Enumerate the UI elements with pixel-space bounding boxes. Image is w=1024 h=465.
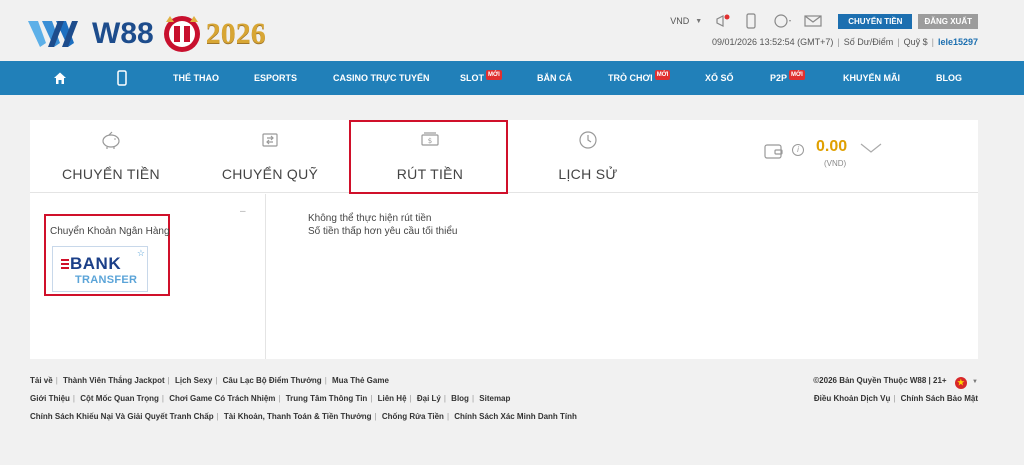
footer: Tải về | Thành Viên Thắng Jackpot | Lịch S…: [30, 376, 978, 436]
info-icon[interactable]: i: [792, 144, 804, 156]
wallet-unit: (VND): [824, 159, 847, 168]
cashier-tabs: CHUYỂN TIỀN CHUYỂN QUỸ $ RÚT TIỀN LỊCH S…: [30, 120, 978, 194]
transfer-button[interactable]: CHUYỂN TIỀN: [838, 13, 913, 29]
nav-item-p2p[interactable]: P2P MỚI: [770, 61, 805, 95]
megaphone-icon[interactable]: [714, 13, 732, 29]
brand-name: W88: [92, 17, 154, 50]
server-datetime: 09/01/2026 13:52:54 (GMT+7): [712, 37, 834, 47]
footer-link[interactable]: Cột Mốc Quan Trọng: [80, 394, 159, 403]
nav-item-blog[interactable]: BLOG: [936, 61, 962, 95]
footer-link[interactable]: Sitemap: [479, 394, 510, 403]
message-line: Không thể thực hiện rút tiền: [308, 213, 432, 224]
terms-link[interactable]: Điều Khoản Dịch Vụ: [814, 394, 890, 403]
new-badge: MỚI: [789, 70, 805, 80]
nav-item-lottery[interactable]: XỔ SỐ: [705, 61, 734, 95]
footer-links-row3: Chính Sách Khiếu Nại Và Giải Quyết Tranh…: [30, 412, 577, 421]
username-link[interactable]: lele15297: [938, 37, 978, 47]
fund-link[interactable]: Quỹ $: [904, 37, 928, 47]
message-line: Số tiền thấp hơn yêu cầu tối thiểu: [308, 226, 458, 237]
tab-deposit[interactable]: CHUYỂN TIỀN: [31, 120, 191, 193]
footer-link[interactable]: Trung Tâm Thông Tin: [286, 394, 368, 403]
club-crest-icon: [163, 16, 200, 52]
tab-label: CHUYỂN QUỸ: [221, 166, 319, 182]
method-highlight: Chuyển Khoản Ngân Hàng BANK TRANSFER ☆: [44, 214, 170, 296]
active-tab-highlight: [349, 120, 508, 194]
tab-label: LỊCH SỬ: [558, 166, 618, 182]
home-icon[interactable]: [53, 71, 67, 85]
tab-label: CHUYỂN TIỀN: [62, 166, 160, 182]
tab-fund-transfer[interactable]: CHUYỂN QUỸ: [190, 120, 350, 193]
footer-link[interactable]: Blog: [451, 394, 469, 403]
new-badge: MỚI: [654, 70, 671, 80]
mobile-app-icon[interactable]: [117, 70, 127, 86]
footer-link[interactable]: Chính Sách Xác Minh Danh Tính: [454, 412, 577, 421]
bank-logo-sub: TRANSFER: [75, 274, 138, 286]
piggy-bank-icon: [102, 131, 120, 149]
footer-link[interactable]: Chống Rửa Tiền: [382, 412, 444, 421]
circle-icon[interactable]: [770, 13, 794, 29]
wallet-amount: 0.00: [816, 138, 848, 155]
footer-link[interactable]: Giới Thiệu: [30, 394, 70, 403]
copyright: ©2026 Bản Quyền Thuộc W88 | 21+ ★ ▼: [813, 376, 978, 389]
withdraw-message: Không thể thực hiện rút tiền Số tiền thấ…: [308, 212, 457, 238]
footer-link[interactable]: Tải về: [30, 376, 53, 385]
privacy-link[interactable]: Chính Sách Bảo Mật: [901, 394, 978, 403]
footer-link[interactable]: Chính Sách Khiếu Nại Và Giải Quyết Tranh…: [30, 412, 214, 421]
brand-logo[interactable]: W88 2026: [28, 12, 266, 56]
footer-link[interactable]: Liên Hệ: [378, 394, 407, 403]
footer-link[interactable]: Đại Lý: [417, 394, 441, 403]
copyright-text: ©2026 Bản Quyền Thuộc W88 | 21+: [813, 376, 947, 385]
nav-item-slot[interactable]: SLOT MỚI: [460, 61, 502, 95]
footer-link[interactable]: Mua Thẻ Game: [332, 376, 389, 385]
mail-icon[interactable]: [804, 13, 822, 29]
cashier-panel: CHUYỂN TIỀN CHUYỂN QUỸ $ RÚT TIỀN LỊCH S…: [30, 120, 978, 359]
history-clock-icon: [579, 131, 597, 149]
fund-transfer-icon: [262, 133, 278, 147]
nav-item-fishing[interactable]: BẮN CÁ: [537, 61, 572, 95]
tab-history[interactable]: LỊCH SỬ: [508, 120, 668, 193]
chevron-down-icon[interactable]: [860, 142, 882, 154]
main-nav: THỂ THAO ESPORTS CASINO TRỰC TUYẾN SLOT M…: [0, 61, 1024, 95]
wallet-icon: [764, 144, 783, 159]
footer-link[interactable]: Lịch Sexy: [175, 376, 212, 385]
bank-transfer-option[interactable]: BANK TRANSFER ☆: [52, 246, 148, 292]
nav-item-games[interactable]: TRÒ CHƠI MỚI: [608, 61, 671, 95]
nav-item-promotions[interactable]: KHUYẾN MÃI: [843, 61, 900, 95]
method-title: Chuyển Khoản Ngân Hàng: [50, 226, 170, 237]
mobile-icon[interactable]: [742, 13, 760, 29]
footer-links-row1: Tải về | Thành Viên Thắng Jackpot | Lịch S…: [30, 376, 389, 385]
footer-link[interactable]: Chơi Game Có Trách Nhiệm: [169, 394, 275, 403]
collapse-icon[interactable]: –: [240, 206, 246, 217]
nav-item-sports[interactable]: THỂ THAO: [173, 61, 219, 95]
nav-item-casino[interactable]: CASINO TRỰC TUYẾN: [333, 61, 429, 95]
footer-link[interactable]: Thành Viên Thắng Jackpot: [63, 376, 165, 385]
legal-links: Điều Khoản Dịch Vụ | Chính Sách Bảo Mật: [813, 394, 978, 403]
w88-logo-icon: [28, 21, 78, 47]
new-badge: MỚI: [486, 70, 502, 80]
nav-item-esports[interactable]: ESPORTS: [254, 61, 297, 95]
bank-bars-icon: [61, 259, 69, 269]
vietnam-flag-icon[interactable]: ★: [954, 377, 967, 389]
bank-logo-word: BANK: [70, 254, 122, 273]
brand-year: 2026: [205, 17, 266, 50]
wallet-balance[interactable]: i 0.00 (VND): [764, 134, 924, 174]
chevron-down-icon[interactable]: ▼: [972, 379, 978, 385]
favorite-star-icon[interactable]: ☆: [137, 248, 145, 259]
chevron-down-icon[interactable]: ▼: [695, 18, 702, 25]
footer-links-row2: Giới Thiệu | Cột Mốc Quan Trọng | Chơi Gam…: [30, 394, 511, 403]
footer-link[interactable]: Câu Lạc Bộ Điểm Thưởng: [223, 376, 322, 385]
header: W88 2026 VND ▼ CHUYỂN TIỀN ĐĂNG XUẤT 09/…: [0, 0, 1024, 60]
logout-button[interactable]: ĐĂNG XUẤT: [918, 13, 978, 29]
balance-link[interactable]: Số Dư/Điểm: [844, 37, 894, 47]
currency-select[interactable]: VND: [670, 16, 689, 26]
footer-link[interactable]: Tài Khoản, Thanh Toán & Tiền Thưởng: [224, 412, 372, 421]
account-bar: VND ▼ CHUYỂN TIỀN ĐĂNG XUẤT 09/01/2026 1…: [638, 12, 978, 52]
withdraw-method-list: – Chuyển Khoản Ngân Hàng BANK TRANSFER ☆: [30, 194, 266, 359]
